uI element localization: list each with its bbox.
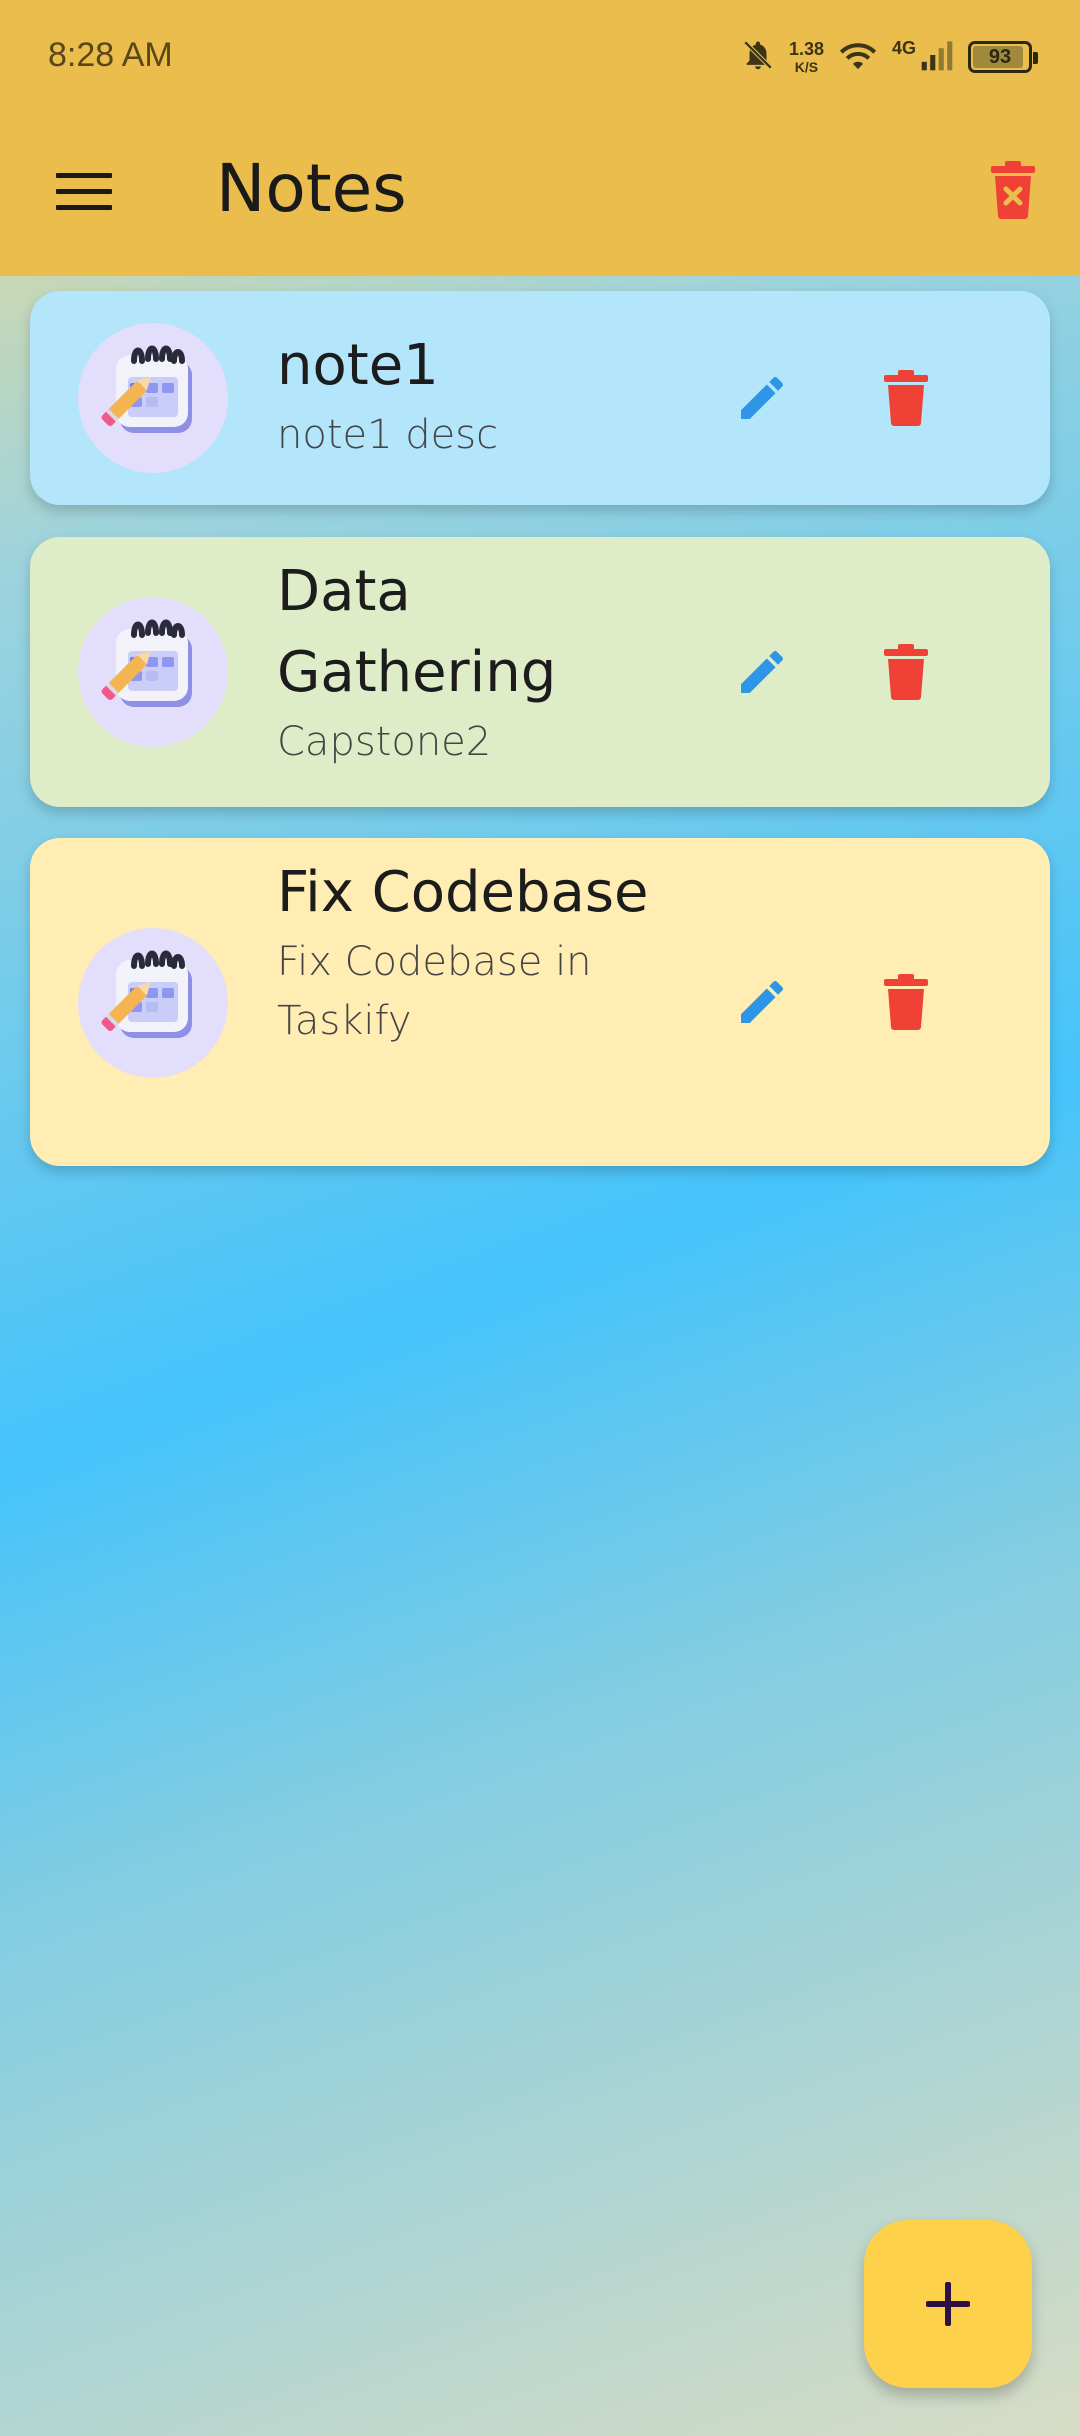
pencil-icon [741, 980, 784, 1023]
delete-all-button[interactable] [976, 150, 1050, 230]
app-bar: 8:28 AM 1.38 K/S 4G 93 Notes [0, 0, 1080, 276]
note-text: Fix Codebase Fix Codebase in Taskify [277, 852, 667, 1051]
note-title: Fix Codebase [277, 860, 649, 925]
add-note-button[interactable] [864, 2220, 1032, 2388]
note-avatar [78, 928, 228, 1078]
mute-bell-icon [741, 37, 775, 77]
notepad-pencil-icon [101, 619, 192, 707]
trash-icon [884, 974, 928, 1030]
net-speed: 1.38 K/S [789, 40, 824, 74]
edit-note-button[interactable] [722, 962, 802, 1042]
note-card[interactable]: note1 note1 desc [30, 291, 1050, 505]
note-avatar [78, 597, 228, 747]
edit-note-button[interactable] [722, 632, 802, 712]
menu-button[interactable] [44, 152, 124, 232]
note-title: note1 [277, 333, 439, 398]
delete-note-button[interactable] [866, 962, 946, 1042]
battery-icon: 93 [968, 41, 1038, 73]
page-title: Notes [216, 150, 407, 227]
pencil-icon [741, 650, 784, 693]
trash-icon [884, 644, 928, 700]
cellular-signal-icon [920, 38, 954, 76]
note-description: note1 desc [277, 412, 499, 458]
wifi-icon [838, 38, 878, 76]
hamburger-menu-icon [56, 173, 112, 210]
notepad-pencil-icon [101, 950, 192, 1038]
edit-note-button[interactable] [722, 358, 802, 438]
note-card[interactable]: Fix Codebase Fix Codebase in Taskify [30, 838, 1050, 1166]
note-title: Data Gathering [277, 559, 557, 705]
network-type: 4G [891, 37, 916, 58]
note-text: note1 note1 desc [277, 325, 667, 465]
note-avatar [78, 323, 228, 473]
pencil-icon [741, 376, 784, 419]
delete-note-button[interactable] [866, 632, 946, 712]
delete-all-icon [991, 161, 1035, 219]
note-description: Capstone2 [277, 719, 492, 765]
note-card[interactable]: Data Gathering Capstone2 [30, 537, 1050, 807]
status-time: 8:28 AM [48, 36, 173, 74]
status-icons: 1.38 K/S 4G 93 [741, 32, 1038, 82]
battery-level: 93 [988, 45, 1012, 68]
trash-icon [884, 370, 928, 426]
plus-icon [926, 2282, 970, 2326]
net-speed-value: 1.38 [788, 39, 824, 59]
net-speed-unit: K/S [794, 59, 819, 75]
notepad-pencil-icon [101, 345, 192, 433]
note-description: Fix Codebase in Taskify [277, 939, 592, 1044]
note-text: Data Gathering Capstone2 [277, 551, 667, 772]
delete-note-button[interactable] [866, 358, 946, 438]
